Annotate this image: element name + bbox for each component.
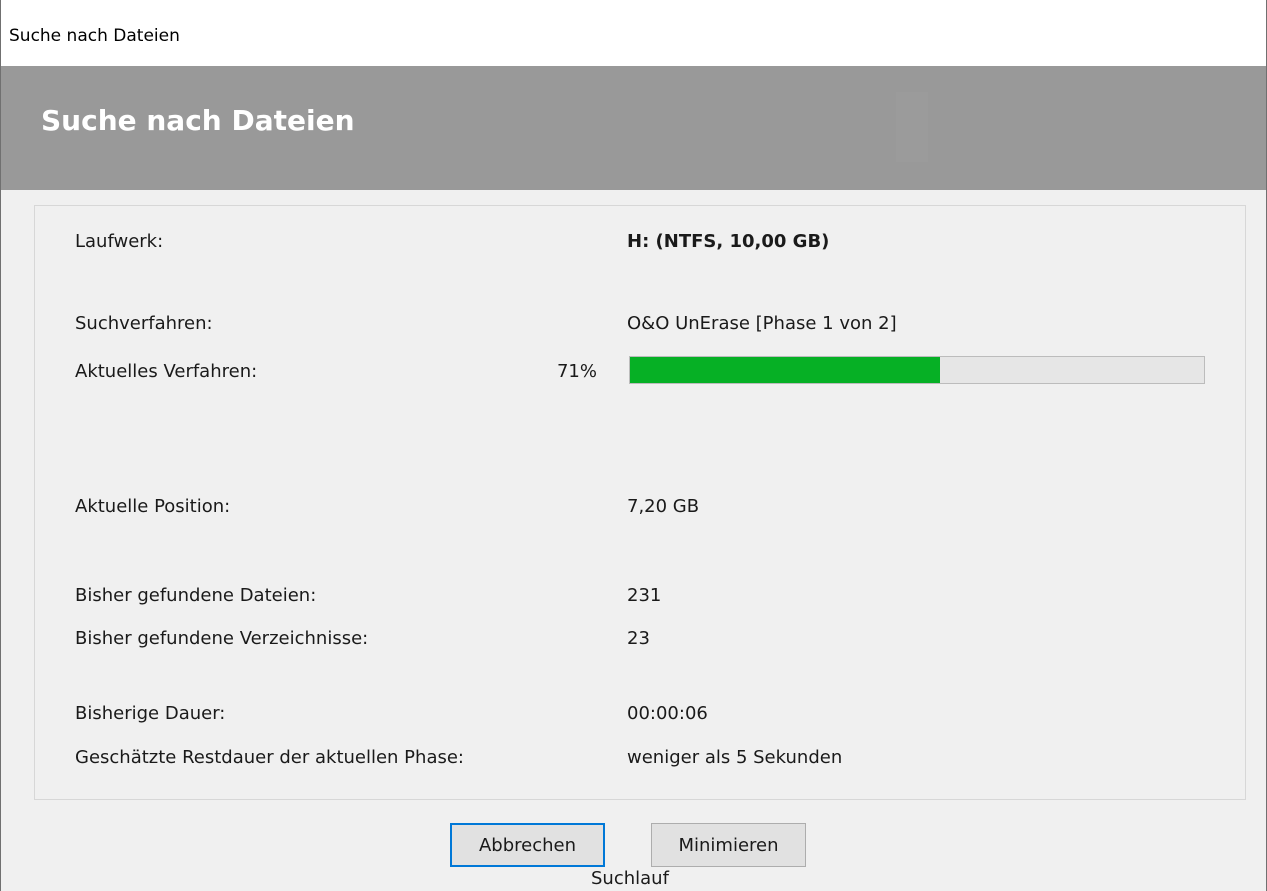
method-value: O&O UnErase [Phase 1 von 2] (627, 313, 897, 334)
duration-label: Bisherige Dauer: (75, 703, 226, 724)
header-banner: Suche nach Dateien (1, 66, 1266, 190)
files-found-value: 231 (627, 585, 662, 606)
title-bar: Suche nach Dateien (1, 0, 1266, 66)
cancel-button[interactable]: Abbrechen (450, 823, 605, 867)
search-status-panel: Laufwerk: H: (NTFS, 10,00 GB) Suchverfah… (34, 205, 1246, 800)
window-title: Suche nach Dateien (9, 26, 180, 46)
search-files-window: Suche nach Dateien Suche nach Dateien La… (0, 0, 1267, 891)
drive-value: H: (NTFS, 10,00 GB) (627, 231, 830, 252)
files-found-label: Bisher gefundene Dateien: (75, 585, 317, 606)
dirs-found-value: 23 (627, 628, 650, 649)
position-value: 7,20 GB (627, 496, 700, 517)
current-method-label: Aktuelles Verfahren: (75, 361, 258, 382)
duration-value: 00:00:06 (627, 703, 708, 724)
status-caption: Suchlauf (591, 868, 669, 889)
position-label: Aktuelle Position: (75, 496, 231, 517)
progress-percent: 71% (556, 361, 597, 382)
progress-bar (629, 356, 1205, 384)
drive-label: Laufwerk: (75, 231, 164, 252)
dirs-found-label: Bisher gefundene Verzeichnisse: (75, 628, 369, 649)
remaining-label: Geschätzte Restdauer der aktuellen Phase… (75, 747, 464, 768)
banner-heading: Suche nach Dateien (41, 104, 355, 137)
progress-fill (630, 357, 940, 383)
minimize-button[interactable]: Minimieren (651, 823, 806, 867)
banner-decoration (896, 92, 928, 162)
remaining-value: weniger als 5 Sekunden (627, 747, 843, 768)
method-label: Suchverfahren: (75, 313, 213, 334)
